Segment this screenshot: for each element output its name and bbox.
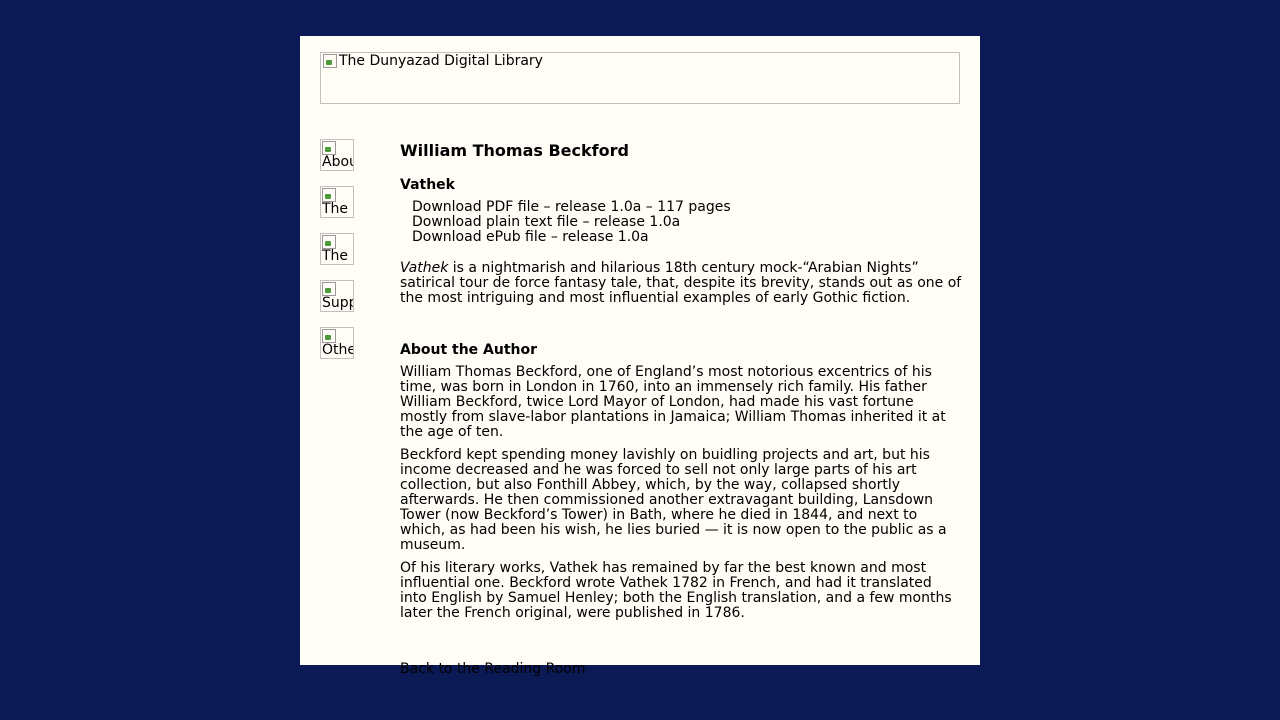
back-to-reading-room-link[interactable]: Back to the Reading Room [400,662,586,677]
broken-image-icon [322,282,336,296]
page-container: The Dunyazad Digital Library About The T… [300,36,980,677]
broken-image-icon [322,141,336,155]
broken-image-icon [323,54,337,68]
download-pdf-link[interactable]: Download PDF file – release 1.0a – 117 p… [412,199,731,215]
list-item: Download PDF file – release 1.0a – 117 p… [412,200,962,215]
book-description-text: is a nightmarish and hilarious 18th cent… [400,260,962,306]
nav-support-button[interactable]: Supp [320,280,354,312]
nav-item-alt-text: Supp [322,295,354,311]
banner-alt-text: The Dunyazad Digital Library [339,53,543,69]
broken-image-icon [322,188,336,202]
side-navigation: About The The Supp Othe [320,139,354,374]
nav-item-alt-text: About [322,154,353,170]
nav-about-button[interactable]: About [320,139,354,171]
list-item: Download plain text file – release 1.0a [412,215,962,230]
nav-item-3-button[interactable]: The [320,233,354,265]
nav-item-2-button[interactable]: The [320,186,354,218]
author-paragraph-1: William Thomas Beckford, one of England’… [400,364,946,440]
nav-item-alt-text: The [322,201,349,217]
book-title-emphasis: Vathek [400,260,449,276]
book-title-heading: Vathek [400,177,455,193]
nav-other-button[interactable]: Othe [320,327,354,359]
main-content: William Thomas Beckford Vathek Download … [400,141,962,677]
author-paragraph-2: Beckford kept spending money lavishly on… [400,447,947,553]
list-item: Download ePub file – release 1.0a [412,230,962,245]
author-name-heading: William Thomas Beckford [400,141,629,160]
book-description: Vathek is a nightmarish and hilarious 18… [400,261,962,306]
broken-image-icon [322,235,336,249]
about-author-heading: About the Author [400,342,538,358]
broken-image-icon [322,329,336,343]
download-text-link[interactable]: Download plain text file – release 1.0a [412,214,680,230]
author-paragraph-3: Of his literary works, Vathek has remain… [400,560,952,621]
nav-item-alt-text: Othe [322,342,354,358]
download-list: Download PDF file – release 1.0a – 117 p… [412,200,962,245]
download-epub-link[interactable]: Download ePub file – release 1.0a [412,229,649,245]
nav-item-alt-text: The [322,248,349,264]
library-banner-image: The Dunyazad Digital Library [320,52,960,104]
